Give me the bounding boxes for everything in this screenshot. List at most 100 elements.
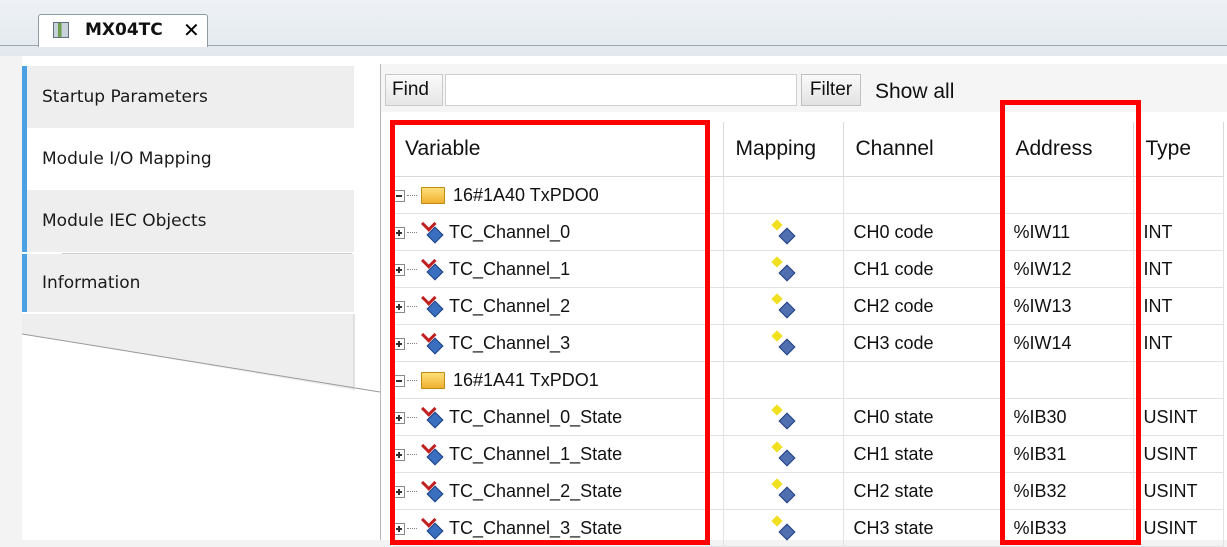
tree-connector [407,232,417,234]
address-cell: %IW14 [1003,324,1134,362]
mapping-cell [723,176,844,214]
column-header-address[interactable]: Address [1003,122,1134,177]
table-row[interactable]: TC_Channel_3 CH3 code %IW14 INT [393,324,1224,362]
group-cell[interactable]: 16#1A41 TxPDO1 [393,361,724,399]
tree-connector [407,454,417,456]
type-cell: INT [1133,324,1224,362]
variable-cell[interactable]: TC_Channel_2 [393,287,724,325]
column-header-type[interactable]: Type [1133,122,1224,177]
mapping-cell[interactable] [723,250,844,288]
channel-cell: CH1 state [843,435,1004,473]
filter-dropdown[interactable]: Show all [875,80,954,104]
sidebar-item-label: Information [42,273,141,293]
mapping-cell[interactable] [723,287,844,325]
filter-button[interactable]: Filter [801,74,861,106]
address-cell: %IW12 [1003,250,1134,288]
sidebar-item-startup-parameters[interactable]: Startup Parameters [22,66,354,128]
mapping-cell[interactable] [723,472,844,510]
channel-cell: CH3 state [843,509,1004,547]
input-variable-icon [421,400,444,429]
variable-cell[interactable]: TC_Channel_3 [393,324,724,362]
channel-cell: CH3 code [843,324,1004,362]
expand-icon[interactable] [393,337,405,350]
channel-cell: CH0 state [843,398,1004,436]
column-header-mapping[interactable]: Mapping [723,122,844,177]
tree-connector [407,380,417,382]
variable-name: TC_Channel_2_State [449,480,623,501]
sidebar-item-module-iec-objects[interactable]: Module IEC Objects [22,190,354,252]
new-variable-mapping-icon [771,515,796,541]
mapping-cell[interactable] [723,509,844,547]
tree-connector [407,306,417,308]
variable-cell[interactable]: TC_Channel_3_State [393,509,724,547]
device-editor-sidebar: Startup Parameters Module I/O Mapping Mo… [22,64,380,540]
expand-icon[interactable] [393,485,405,498]
address-cell: %IB30 [1003,398,1134,436]
folder-icon [421,187,445,205]
table-row[interactable]: TC_Channel_3_State CH3 state %IB33 USINT [393,509,1224,547]
sidebar-item-accent [22,66,27,128]
mapping-cell[interactable] [723,213,844,251]
column-header-variable[interactable]: Variable [393,122,724,177]
table-header-row: Variable Mapping Channel Address Type [393,122,1224,177]
table-row[interactable]: TC_Channel_2_State CH2 state %IB32 USINT [393,472,1224,510]
variable-cell[interactable]: TC_Channel_1 [393,250,724,288]
expand-icon[interactable] [393,226,405,239]
editor-tab-strip: MX04TC ✕ [0,0,1227,56]
table-group-row[interactable]: 16#1A40 TxPDO0 [393,176,1224,214]
table-group-row[interactable]: 16#1A41 TxPDO1 [393,361,1224,399]
group-name: 16#1A41 TxPDO1 [453,369,599,390]
variable-name: TC_Channel_1 [449,258,571,279]
table-row[interactable]: TC_Channel_0 CH0 code %IW11 INT [393,213,1224,251]
column-header-channel[interactable]: Channel [843,122,1004,177]
input-variable-icon [421,215,444,244]
expand-icon[interactable] [393,448,405,461]
sidebar-item-accent [22,128,27,190]
table-row[interactable]: TC_Channel_1_State CH1 state %IB31 USINT [393,435,1224,473]
expand-icon[interactable] [393,522,405,535]
address-cell [1003,361,1134,399]
expand-icon[interactable] [393,411,405,424]
io-mapping-table: Variable Mapping Channel Address Type 16… [393,122,1224,547]
variable-cell[interactable]: TC_Channel_0 [393,213,724,251]
collapse-icon[interactable] [393,374,405,387]
new-variable-mapping-icon [771,219,796,245]
sidebar-item-module-io-mapping[interactable]: Module I/O Mapping [22,128,380,190]
group-cell[interactable]: 16#1A40 TxPDO0 [393,176,724,214]
editor-tab-mx04tc[interactable]: MX04TC ✕ [38,14,208,47]
tree-connector [407,269,417,271]
table-row[interactable]: TC_Channel_0_State CH0 state %IB30 USINT [393,398,1224,436]
sidebar-item-accent [22,254,27,312]
address-cell: %IB31 [1003,435,1134,473]
variable-name: TC_Channel_0_State [449,406,623,427]
table-row[interactable]: TC_Channel_1 CH1 code %IW12 INT [393,250,1224,288]
folder-icon [421,372,445,390]
io-mapping-panel: Find Filter Show all Variable Mapping Ch… [380,64,1227,547]
mapping-cell[interactable] [723,398,844,436]
variable-cell[interactable]: TC_Channel_0_State [393,398,724,436]
table-row[interactable]: TC_Channel_2 CH2 code %IW13 INT [393,287,1224,325]
sidebar-item-information[interactable]: Information [22,254,354,312]
device-module-icon [53,22,69,38]
tree-connector [407,491,417,493]
variable-name: TC_Channel_0 [449,221,571,242]
variable-name: TC_Channel_3_State [449,517,623,538]
new-variable-mapping-icon [771,330,796,356]
collapse-icon[interactable] [393,189,405,202]
mapping-cell[interactable] [723,435,844,473]
find-label: Find [385,74,443,106]
find-input[interactable] [445,74,797,106]
mapping-cell[interactable] [723,324,844,362]
expand-icon[interactable] [393,300,405,313]
close-icon[interactable]: ✕ [183,18,200,42]
address-cell: %IB33 [1003,509,1134,547]
variable-cell[interactable]: TC_Channel_2_State [393,472,724,510]
sidebar-item-label: Module I/O Mapping [42,149,212,169]
input-variable-icon [421,474,444,503]
type-cell [1133,361,1224,399]
expand-icon[interactable] [393,263,405,276]
variable-cell[interactable]: TC_Channel_1_State [393,435,724,473]
mapping-cell [723,361,844,399]
type-cell: INT [1133,250,1224,288]
new-variable-mapping-icon [771,256,796,282]
